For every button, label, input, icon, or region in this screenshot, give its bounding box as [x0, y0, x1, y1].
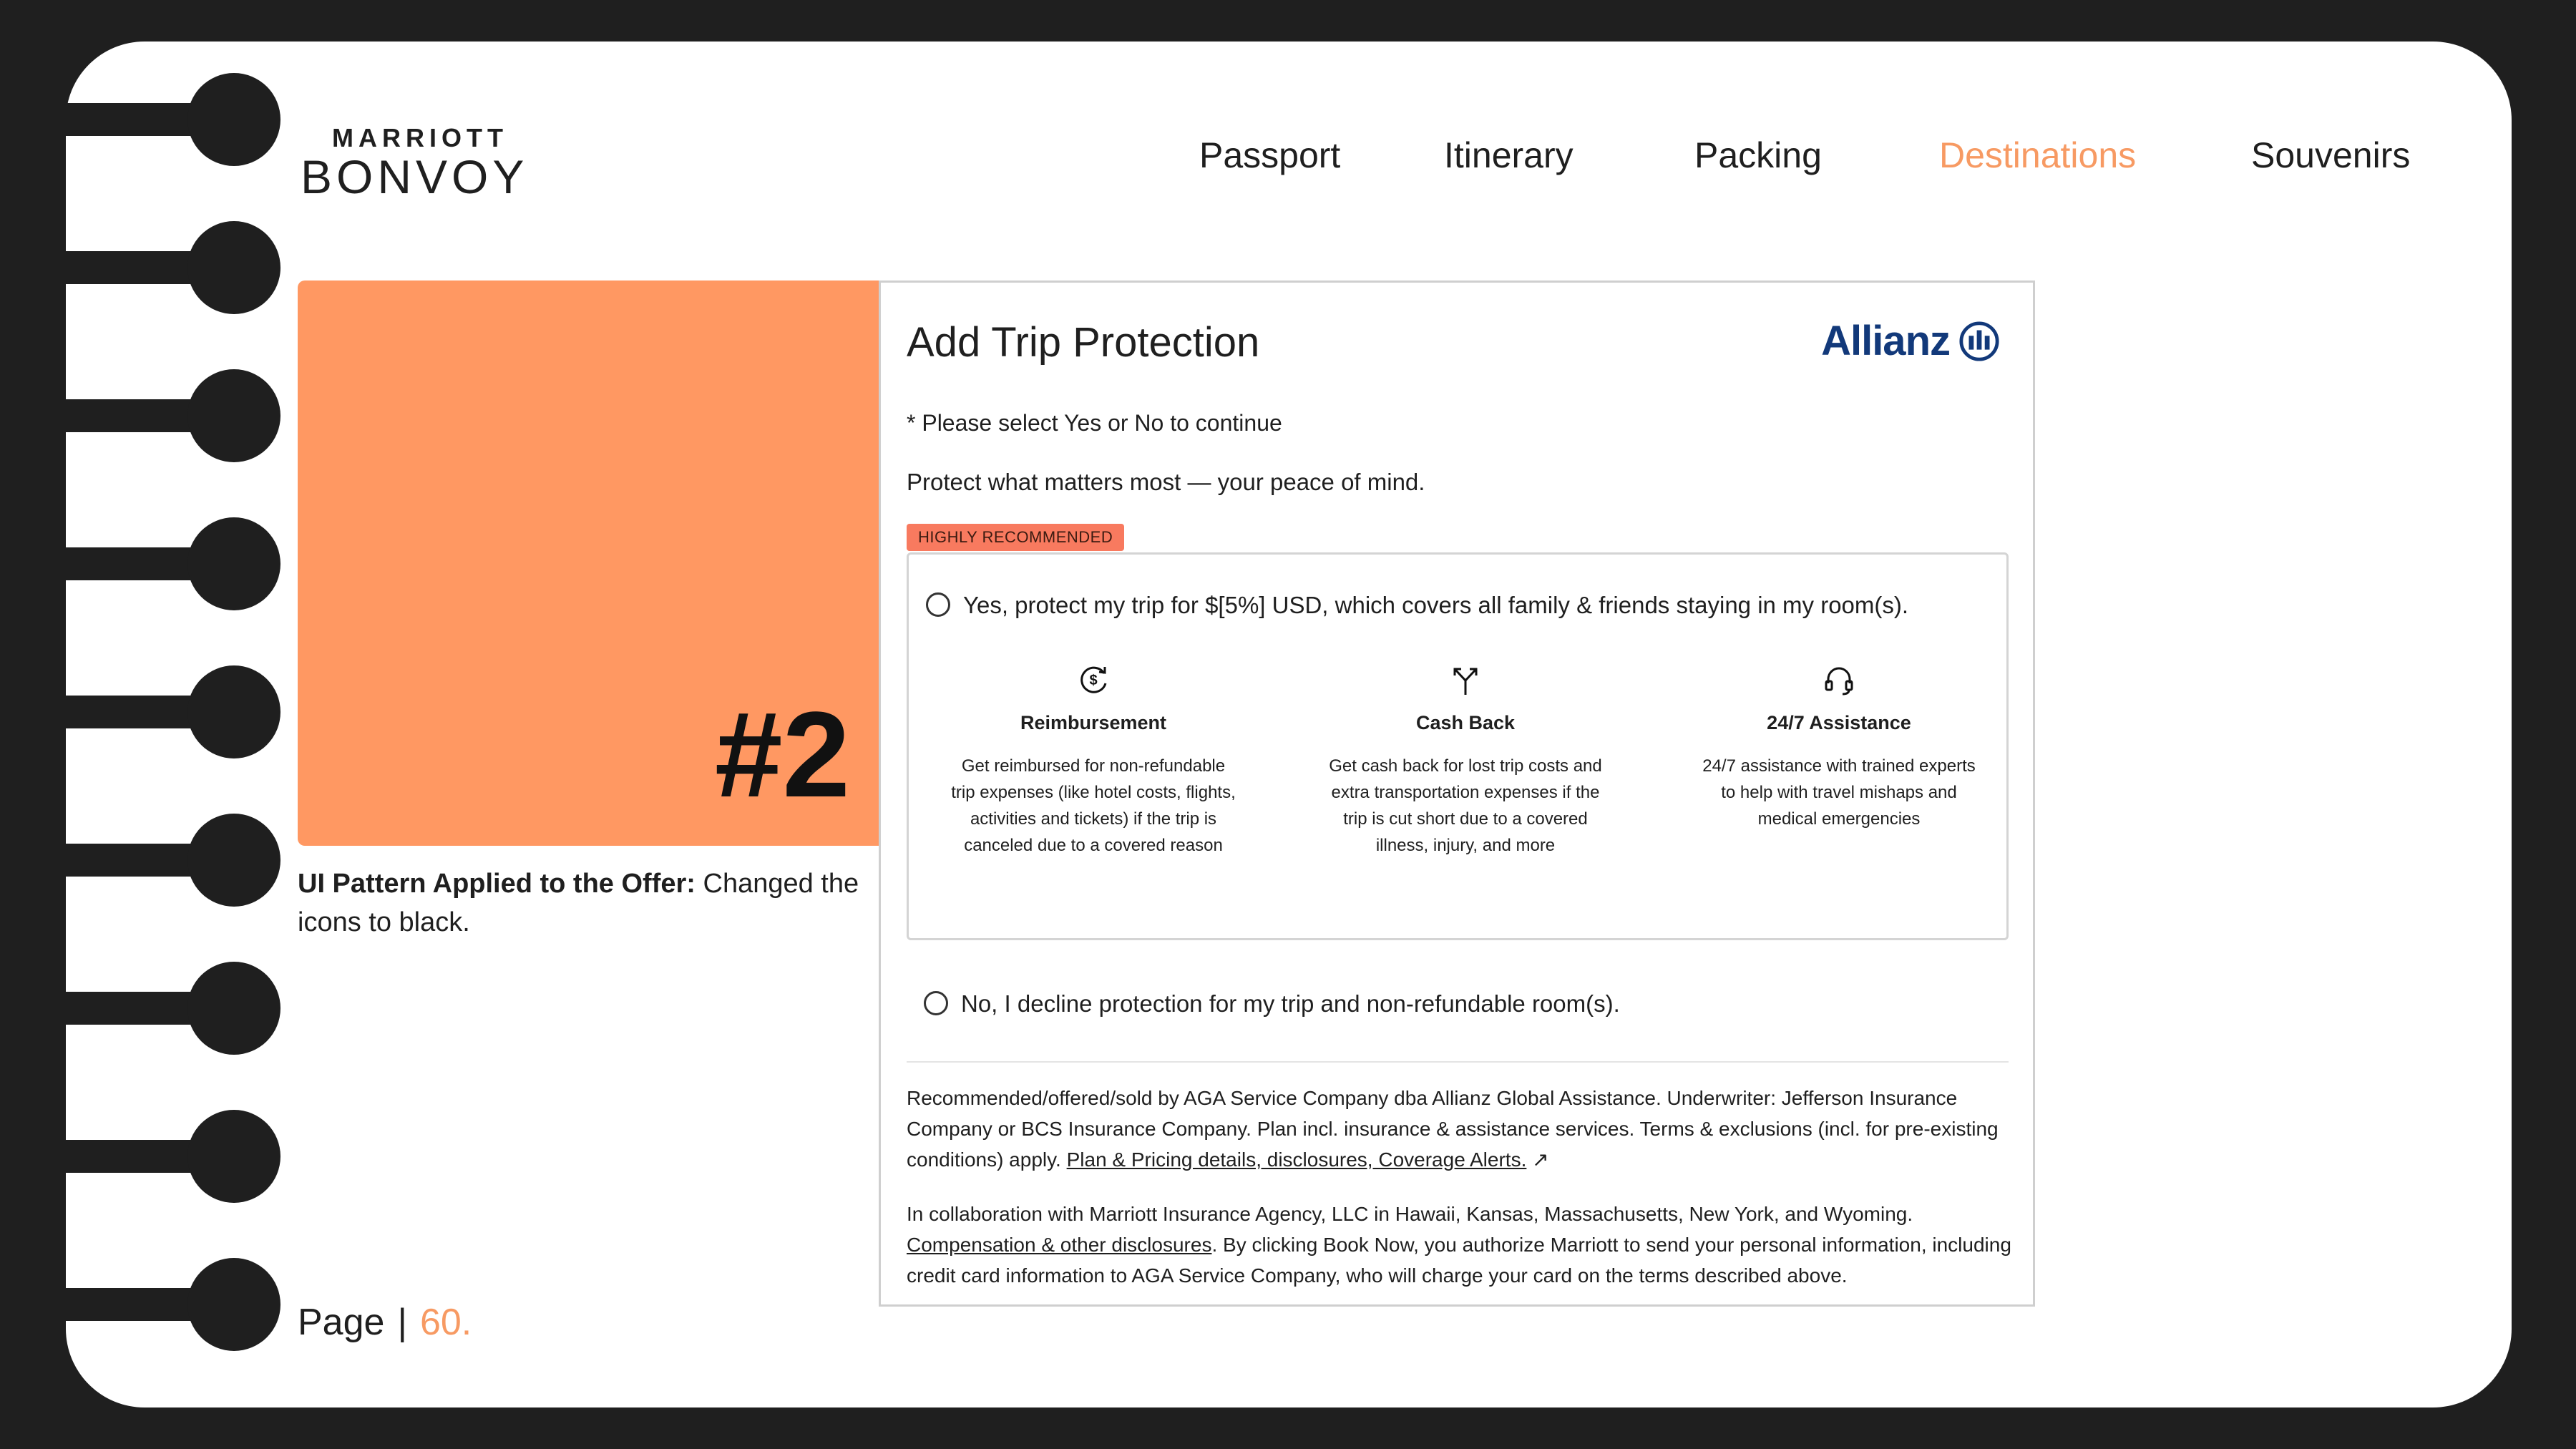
- binder-ring: [66, 517, 280, 610]
- binder-ring: [66, 814, 280, 907]
- logo-bottom-text: BONVOY: [301, 150, 529, 203]
- svg-text:$: $: [1089, 673, 1097, 688]
- trip-protection-card: Add Trip Protection Allianz * Please sel…: [879, 280, 2035, 1307]
- binder-ring: [66, 221, 280, 314]
- benefit-title: 24/7 Assistance: [1767, 712, 1911, 733]
- legal-disclosure: Recommended/offered/sold by AGA Service …: [907, 1083, 2023, 1175]
- selection-note: * Please select Yes or No to continue: [907, 410, 1282, 436]
- highly-recommended-badge: HIGHLY RECOMMENDED: [907, 524, 1125, 551]
- yes-option-label[interactable]: Yes, protect my trip for $[5%] USD, whic…: [963, 592, 1908, 619]
- pattern-number: #2: [714, 687, 850, 823]
- nav-souvenirs[interactable]: Souvenirs: [2251, 135, 2410, 176]
- split-arrow-icon: [1453, 668, 1478, 695]
- nav-destinations[interactable]: Destinations: [1939, 135, 2136, 176]
- benefit-cash-back: Cash Back Get cash back for lost trip co…: [1322, 662, 1609, 859]
- benefit-description: Get cash back for lost trip costs and ex…: [1329, 756, 1602, 855]
- allianz-wordmark: Allianz: [1821, 318, 1951, 364]
- benefit-title: Cash Back: [1415, 712, 1516, 733]
- divider: [907, 1061, 2009, 1063]
- page-label: Page: [298, 1302, 385, 1343]
- legal-text: In collaboration with Marriott Insurance…: [907, 1203, 1913, 1225]
- binder-ring: [66, 1258, 280, 1351]
- external-link-icon[interactable]: ↗: [1526, 1148, 1548, 1171]
- benefit-assistance: 24/7 Assistance 24/7 assistance with tra…: [1696, 662, 1982, 832]
- binder-ring: [66, 1110, 280, 1203]
- offer-tagline: Protect what matters most — your peace o…: [907, 469, 1425, 495]
- binder-ring: [66, 73, 280, 166]
- binder-ring: [66, 962, 280, 1055]
- collaboration-disclosure: In collaboration with Marriott Insurance…: [907, 1199, 2023, 1291]
- page-indicator: Page | 60.: [298, 1301, 472, 1344]
- marriott-bonvoy-logo[interactable]: MARRIOTT BONVOY: [301, 123, 529, 203]
- allianz-logo: Allianz: [1821, 317, 2000, 365]
- nav-itinerary[interactable]: Itinerary: [1444, 135, 1574, 176]
- benefit-title: Reimbursement: [1020, 712, 1167, 733]
- refund-dollar-icon: $: [1080, 666, 1107, 693]
- nav-passport[interactable]: Passport: [1199, 135, 1340, 176]
- allianz-emblem-icon: [1959, 321, 1999, 361]
- yes-radio[interactable]: [926, 592, 950, 617]
- page-separator: |: [397, 1302, 407, 1343]
- binder-ring: [66, 369, 280, 462]
- compensation-disclosures-link[interactable]: Compensation & other disclosures: [907, 1234, 1211, 1256]
- pattern-caption: UI Pattern Applied to the Offer: Changed…: [298, 864, 870, 942]
- binder-ring: [66, 665, 280, 758]
- no-option-label[interactable]: No, I decline protection for my trip and…: [961, 990, 1620, 1018]
- headset-icon: [1825, 667, 1853, 696]
- nav-packing[interactable]: Packing: [1694, 135, 1822, 176]
- benefit-description: 24/7 assistance with trained experts to …: [1702, 756, 1976, 829]
- no-radio[interactable]: [924, 991, 948, 1015]
- benefit-reimbursement: $ Reimbursement Get reimbursed for non-r…: [950, 662, 1236, 859]
- page-number: 60.: [419, 1302, 472, 1343]
- logo-top-text: MARRIOTT: [332, 123, 508, 152]
- offer-title: Add Trip Protection: [907, 319, 1260, 366]
- pattern-number-panel: #2: [298, 280, 879, 846]
- yes-option-card[interactable]: Yes, protect my trip for $[5%] USD, whic…: [907, 552, 2009, 940]
- caption-bold: UI Pattern Applied to the Offer:: [298, 869, 696, 899]
- plan-pricing-link[interactable]: Plan & Pricing details, disclosures, Cov…: [1067, 1148, 1527, 1171]
- benefit-description: Get reimbursed for non-refundable trip e…: [951, 756, 1236, 855]
